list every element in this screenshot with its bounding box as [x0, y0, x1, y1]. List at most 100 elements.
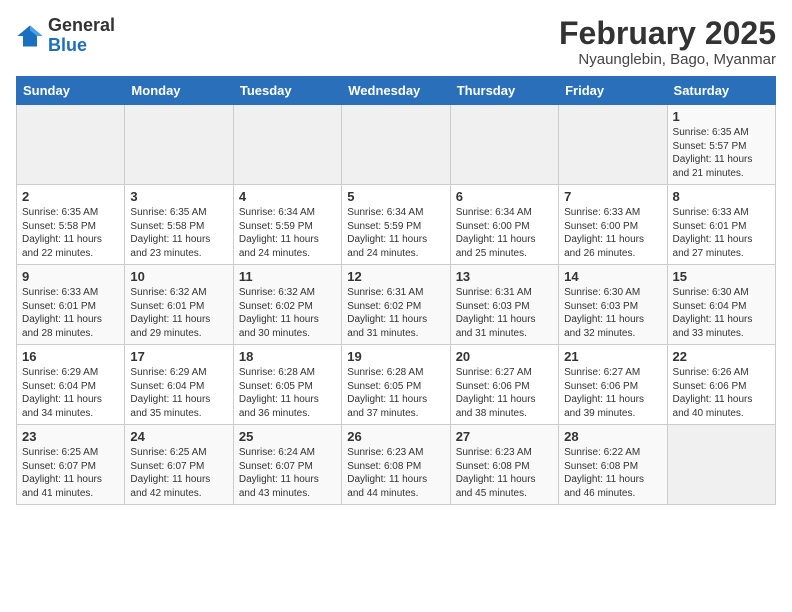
calendar-cell: 8 Sunrise: 6:33 AM Sunset: 6:01 PM Daylig… — [667, 185, 775, 265]
calendar-cell: 27Sunrise: 6:23 AM Sunset: 6:08 PM Dayli… — [450, 425, 558, 505]
calendar-cell: 19 Sunrise: 6:28 AM Sunset: 6:05 PM Dayli… — [342, 345, 450, 425]
day-info: Sunrise: 6:35 AM Sunset: 5:58 PM Dayligh… — [130, 206, 227, 260]
day-number: 12 — [347, 269, 444, 284]
day-number: 16 — [22, 349, 119, 364]
day-number: 9 — [22, 269, 119, 284]
calendar-cell: 14 Sunrise: 6:30 AM Sunset: 6:03 PM Dayli… — [559, 265, 667, 345]
calendar-cell: 9 Sunrise: 6:33 AM Sunset: 6:01 PM Daylig… — [17, 265, 125, 345]
day-info: Sunrise: 6:35 AM Sunset: 5:57 PM Dayligh… — [673, 126, 770, 180]
calendar-week-row: 23Sunrise: 6:25 AM Sunset: 6:07 PM Dayli… — [17, 425, 776, 505]
calendar-cell: 3 Sunrise: 6:35 AM Sunset: 5:58 PM Daylig… — [125, 185, 233, 265]
calendar-cell: 24 Sunrise: 6:25 AM Sunset: 6:07 PM Dayli… — [125, 425, 233, 505]
day-info: Sunrise: 6:33 AM Sunset: 6:00 PM Dayligh… — [564, 206, 661, 260]
day-info: Sunrise: 6:27 AM Sunset: 6:06 PM Dayligh… — [564, 366, 661, 420]
day-info: Sunrise: 6:32 AM Sunset: 6:02 PM Dayligh… — [239, 286, 336, 340]
weekday-header: Saturday — [667, 77, 775, 105]
calendar-cell: 20 Sunrise: 6:27 AM Sunset: 6:06 PM Dayli… — [450, 345, 558, 425]
day-info: Sunrise: 6:33 AM Sunset: 6:01 PM Dayligh… — [673, 206, 770, 260]
day-info: Sunrise: 6:22 AM Sunset: 6:08 PM Dayligh… — [564, 446, 661, 500]
weekday-header: Tuesday — [233, 77, 341, 105]
month-title: February 2025 — [559, 16, 776, 51]
day-number: 20 — [456, 349, 553, 364]
day-info: Sunrise: 6:25 AM Sunset: 6:07 PM Dayligh… — [22, 446, 119, 500]
calendar-week-row: 16 Sunrise: 6:29 AM Sunset: 6:04 PM Dayli… — [17, 345, 776, 425]
calendar-cell: 6 Sunrise: 6:34 AM Sunset: 6:00 PM Daylig… — [450, 185, 558, 265]
day-info: Sunrise: 6:30 AM Sunset: 6:03 PM Dayligh… — [564, 286, 661, 340]
day-number: 3 — [130, 189, 227, 204]
logo-icon — [16, 22, 44, 50]
day-number: 28 — [564, 429, 661, 444]
day-info: Sunrise: 6:35 AM Sunset: 5:58 PM Dayligh… — [22, 206, 119, 260]
day-info: Sunrise: 6:28 AM Sunset: 6:05 PM Dayligh… — [239, 366, 336, 420]
day-number: 1 — [673, 109, 770, 124]
calendar-cell: 10Sunrise: 6:32 AM Sunset: 6:01 PM Dayli… — [125, 265, 233, 345]
title-block: February 2025 Nyaunglebin, Bago, Myanmar — [559, 16, 776, 68]
calendar-cell: 22 Sunrise: 6:26 AM Sunset: 6:06 PM Dayli… — [667, 345, 775, 425]
logo: General Blue — [16, 16, 115, 56]
day-number: 2 — [22, 189, 119, 204]
day-info: Sunrise: 6:31 AM Sunset: 6:02 PM Dayligh… — [347, 286, 444, 340]
logo-text: General Blue — [48, 16, 115, 56]
day-number: 11 — [239, 269, 336, 284]
page-header: General Blue February 2025 Nyaunglebin, … — [16, 16, 776, 68]
day-number: 5 — [347, 189, 444, 204]
day-number: 26 — [347, 429, 444, 444]
day-number: 14 — [564, 269, 661, 284]
calendar-cell: 21 Sunrise: 6:27 AM Sunset: 6:06 PM Dayli… — [559, 345, 667, 425]
weekday-header: Wednesday — [342, 77, 450, 105]
day-number: 19 — [347, 349, 444, 364]
day-number: 7 — [564, 189, 661, 204]
day-number: 6 — [456, 189, 553, 204]
calendar-cell: 25Sunrise: 6:24 AM Sunset: 6:07 PM Dayli… — [233, 425, 341, 505]
weekday-header: Sunday — [17, 77, 125, 105]
calendar-cell: 4Sunrise: 6:34 AM Sunset: 5:59 PM Daylig… — [233, 185, 341, 265]
calendar-cell: 13 Sunrise: 6:31 AM Sunset: 6:03 PM Dayli… — [450, 265, 558, 345]
day-info: Sunrise: 6:29 AM Sunset: 6:04 PM Dayligh… — [22, 366, 119, 420]
day-info: Sunrise: 6:26 AM Sunset: 6:06 PM Dayligh… — [673, 366, 770, 420]
day-number: 21 — [564, 349, 661, 364]
day-info: Sunrise: 6:25 AM Sunset: 6:07 PM Dayligh… — [130, 446, 227, 500]
day-info: Sunrise: 6:34 AM Sunset: 5:59 PM Dayligh… — [347, 206, 444, 260]
day-info: Sunrise: 6:27 AM Sunset: 6:06 PM Dayligh… — [456, 366, 553, 420]
calendar-cell — [342, 105, 450, 185]
calendar-cell: 2 Sunrise: 6:35 AM Sunset: 5:58 PM Daylig… — [17, 185, 125, 265]
calendar-cell — [450, 105, 558, 185]
calendar-cell — [17, 105, 125, 185]
calendar-cell: 23Sunrise: 6:25 AM Sunset: 6:07 PM Dayli… — [17, 425, 125, 505]
day-info: Sunrise: 6:24 AM Sunset: 6:07 PM Dayligh… — [239, 446, 336, 500]
day-info: Sunrise: 6:33 AM Sunset: 6:01 PM Dayligh… — [22, 286, 119, 340]
calendar-week-row: 1 Sunrise: 6:35 AM Sunset: 5:57 PM Daylig… — [17, 105, 776, 185]
day-number: 27 — [456, 429, 553, 444]
calendar-week-row: 2 Sunrise: 6:35 AM Sunset: 5:58 PM Daylig… — [17, 185, 776, 265]
day-info: Sunrise: 6:30 AM Sunset: 6:04 PM Dayligh… — [673, 286, 770, 340]
day-number: 24 — [130, 429, 227, 444]
calendar-cell: 12 Sunrise: 6:31 AM Sunset: 6:02 PM Dayli… — [342, 265, 450, 345]
weekday-header: Monday — [125, 77, 233, 105]
calendar-cell: 17Sunrise: 6:29 AM Sunset: 6:04 PM Dayli… — [125, 345, 233, 425]
day-number: 15 — [673, 269, 770, 284]
calendar-cell: 28 Sunrise: 6:22 AM Sunset: 6:08 PM Dayli… — [559, 425, 667, 505]
day-number: 4 — [239, 189, 336, 204]
calendar-cell: 7 Sunrise: 6:33 AM Sunset: 6:00 PM Daylig… — [559, 185, 667, 265]
calendar-cell: 15 Sunrise: 6:30 AM Sunset: 6:04 PM Dayli… — [667, 265, 775, 345]
calendar-cell — [559, 105, 667, 185]
weekday-header: Thursday — [450, 77, 558, 105]
day-info: Sunrise: 6:31 AM Sunset: 6:03 PM Dayligh… — [456, 286, 553, 340]
calendar-cell: 26 Sunrise: 6:23 AM Sunset: 6:08 PM Dayli… — [342, 425, 450, 505]
calendar-cell — [233, 105, 341, 185]
day-info: Sunrise: 6:23 AM Sunset: 6:08 PM Dayligh… — [347, 446, 444, 500]
day-info: Sunrise: 6:34 AM Sunset: 6:00 PM Dayligh… — [456, 206, 553, 260]
logo-general-text: General — [48, 15, 115, 35]
calendar-cell: 1 Sunrise: 6:35 AM Sunset: 5:57 PM Daylig… — [667, 105, 775, 185]
day-number: 13 — [456, 269, 553, 284]
location: Nyaunglebin, Bago, Myanmar — [559, 51, 776, 68]
day-number: 10 — [130, 269, 227, 284]
weekday-header: Friday — [559, 77, 667, 105]
calendar-cell — [667, 425, 775, 505]
calendar-cell — [125, 105, 233, 185]
calendar-header-row: SundayMondayTuesdayWednesdayThursdayFrid… — [17, 77, 776, 105]
day-info: Sunrise: 6:28 AM Sunset: 6:05 PM Dayligh… — [347, 366, 444, 420]
day-number: 8 — [673, 189, 770, 204]
day-number: 22 — [673, 349, 770, 364]
calendar-cell: 11 Sunrise: 6:32 AM Sunset: 6:02 PM Dayli… — [233, 265, 341, 345]
